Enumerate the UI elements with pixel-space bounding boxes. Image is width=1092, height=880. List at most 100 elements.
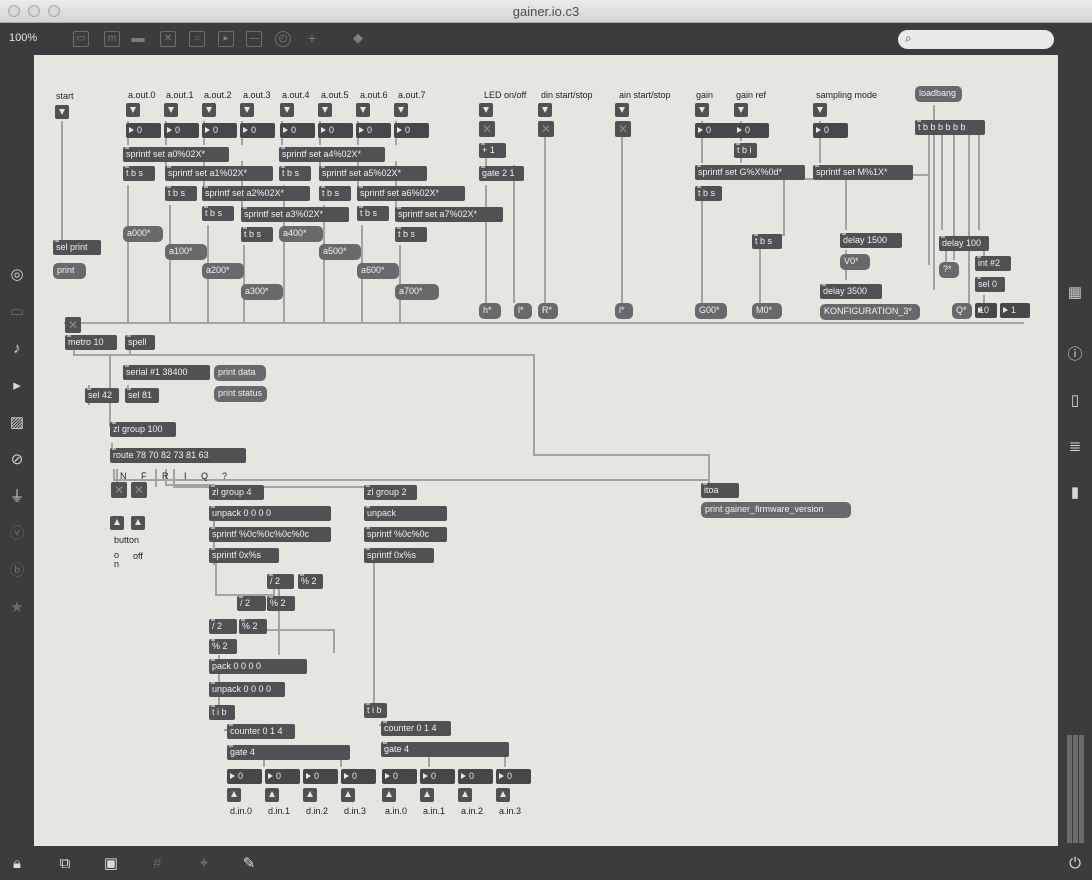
sprintf-0x-a[interactable]: sprintf 0x%s bbox=[364, 548, 434, 563]
plug-icon[interactable]: ⏚ bbox=[7, 487, 27, 507]
route-object[interactable]: route 78 70 82 73 81 63 bbox=[110, 448, 246, 463]
grid-toggle-icon[interactable]: # bbox=[148, 855, 166, 873]
toggle-f[interactable]: ✕ bbox=[131, 482, 147, 498]
ain-number-1[interactable]: 0 bbox=[420, 769, 455, 784]
msg-a100[interactable]: a100* bbox=[165, 244, 207, 260]
gate-4-a[interactable]: gate 4 bbox=[227, 745, 350, 760]
tbs-aout-4[interactable]: t b s bbox=[279, 166, 311, 181]
msg-a600[interactable]: a600* bbox=[357, 263, 399, 279]
box-icon[interactable]: ▭ bbox=[7, 302, 27, 322]
sel-81[interactable]: sel 81 bbox=[125, 388, 159, 403]
sprintf-gain[interactable]: sprintf set G%X%0d* bbox=[695, 165, 805, 180]
sprintf-aout-1[interactable]: sprintf set a1%02X* bbox=[165, 166, 273, 181]
divide-1[interactable]: / 2 bbox=[267, 574, 294, 589]
divide-3[interactable]: / 2 bbox=[209, 619, 237, 634]
lock-icon[interactable]: 🔒︎ bbox=[8, 855, 26, 873]
sprintf-aout-2[interactable]: sprintf set a2%02X* bbox=[202, 186, 310, 201]
din-toggle[interactable]: ✕ bbox=[538, 121, 554, 137]
new-view-icon[interactable]: ⧉ bbox=[56, 855, 74, 873]
sprintf-aout-6[interactable]: sprintf set a6%02X* bbox=[357, 186, 465, 201]
tbs-aout-0[interactable]: t b s bbox=[123, 166, 155, 181]
comment-icon[interactable]: ▬ bbox=[130, 31, 146, 47]
serial-object[interactable]: serial #1 38400 bbox=[123, 365, 210, 380]
aout-number-6[interactable]: 0 bbox=[356, 123, 391, 138]
search-field[interactable]: ⌕ bbox=[898, 30, 1054, 49]
number-10[interactable]: 10 bbox=[975, 303, 997, 318]
msg-print-firmware[interactable]: print gainer_firmware_version bbox=[701, 502, 851, 518]
reference-icon[interactable]: ▮ bbox=[1065, 483, 1085, 503]
sprintf-aout-5[interactable]: sprintf set a5%02X* bbox=[319, 166, 427, 181]
wrench-icon[interactable]: ✎ bbox=[240, 855, 258, 873]
gate-4-b[interactable]: gate 4 bbox=[381, 742, 509, 757]
led-inlet[interactable] bbox=[479, 103, 493, 117]
tbs-aout-2[interactable]: t b s bbox=[202, 206, 234, 221]
msg-l-ain[interactable]: l* bbox=[615, 303, 633, 319]
ain-number-3[interactable]: 0 bbox=[496, 769, 531, 784]
patcher-canvas[interactable]: start a.out.0 a.out.1 a.out.2 a.out.3 a.… bbox=[34, 55, 1058, 846]
play-icon[interactable]: ▸ bbox=[218, 31, 234, 47]
unpack-0000-b[interactable]: unpack 0 0 0 0 bbox=[209, 682, 285, 697]
sel-42[interactable]: sel 42 bbox=[85, 388, 119, 403]
ain-outlet-2[interactable] bbox=[458, 788, 472, 802]
gain-inlet[interactable] bbox=[695, 103, 709, 117]
gate-2-1[interactable]: gate 2 1 bbox=[479, 166, 524, 181]
tbs-gain[interactable]: t b s bbox=[695, 186, 722, 201]
target-icon[interactable]: ◎ bbox=[7, 265, 27, 285]
tbs-aout-1[interactable]: t b s bbox=[165, 186, 197, 201]
ain-outlet-0[interactable] bbox=[382, 788, 396, 802]
aout-number-4[interactable]: 0 bbox=[280, 123, 315, 138]
tbs-mode[interactable]: t b s bbox=[752, 234, 782, 249]
outlet-number-1[interactable]: 1 bbox=[1000, 303, 1030, 318]
power-icon[interactable]: ⏻ bbox=[1066, 855, 1084, 873]
din-number-1[interactable]: 0 bbox=[265, 769, 300, 784]
add-object-icon[interactable]: + bbox=[304, 31, 320, 47]
msg-question[interactable]: ?* bbox=[939, 262, 959, 278]
msg-v0[interactable]: V0* bbox=[840, 254, 870, 270]
tbs-aout-5[interactable]: t b s bbox=[319, 186, 351, 201]
trigger-bbbbbb[interactable]: t b b b b b b bbox=[915, 120, 985, 135]
sampling-number[interactable]: 0 bbox=[813, 123, 848, 138]
divide-2[interactable]: / 2 bbox=[237, 596, 266, 611]
zl-group-4[interactable]: zl group 4 bbox=[209, 485, 264, 500]
start-inlet[interactable] bbox=[55, 105, 69, 119]
sprintf-aout-3[interactable]: sprintf set a3%02X* bbox=[241, 207, 349, 222]
din-outlet-3[interactable] bbox=[341, 788, 355, 802]
sprintf-c2[interactable]: sprintf %0c%0c bbox=[364, 527, 447, 542]
sampling-inlet[interactable] bbox=[813, 103, 827, 117]
gainref-inlet[interactable] bbox=[734, 103, 748, 117]
ain-number-2[interactable]: 0 bbox=[458, 769, 493, 784]
delay-3500[interactable]: delay 3500 bbox=[820, 284, 882, 299]
video-icon[interactable]: ▸ bbox=[7, 376, 27, 396]
toggle-icon[interactable]: ✕ bbox=[160, 31, 176, 47]
aout-number-7[interactable]: 0 bbox=[394, 123, 429, 138]
metro-toggle[interactable]: ✕ bbox=[65, 317, 81, 333]
grid-icon[interactable]: ▦ bbox=[1065, 283, 1085, 303]
din-number-0[interactable]: 0 bbox=[227, 769, 262, 784]
aout-number-0[interactable]: 0 bbox=[126, 123, 161, 138]
modulo-3-a[interactable]: % 2 bbox=[239, 619, 267, 634]
sprintf-c4[interactable]: sprintf %0c%0c%0c%0c bbox=[209, 527, 331, 542]
sprintf-aout-7[interactable]: sprintf set a7%02X* bbox=[395, 207, 503, 222]
tbs-aout-7[interactable]: t b s bbox=[395, 227, 427, 242]
msg-print[interactable]: print bbox=[53, 263, 86, 279]
delay-1500[interactable]: delay 1500 bbox=[840, 233, 902, 248]
zl-group-2[interactable]: zl group 2 bbox=[364, 485, 417, 500]
info-icon[interactable]: ⓘ bbox=[1065, 345, 1085, 365]
ain-toggle[interactable]: ✕ bbox=[615, 121, 631, 137]
msg-konfiguration[interactable]: KONFIGURATION_3* bbox=[820, 304, 920, 320]
star-icon[interactable]: ★ bbox=[7, 598, 27, 618]
object-icon[interactable]: m bbox=[104, 31, 120, 47]
pack-0000[interactable]: pack 0 0 0 0 bbox=[209, 659, 307, 674]
counter-1[interactable]: counter 0 1 4 bbox=[227, 724, 295, 739]
tbs-aout-3[interactable]: t b s bbox=[241, 227, 273, 242]
ain-outlet-1[interactable] bbox=[420, 788, 434, 802]
din-inlet[interactable] bbox=[538, 103, 552, 117]
presentation-mode-icon[interactable]: ▣ bbox=[102, 855, 120, 873]
vizzie-icon[interactable]: ⓥ bbox=[7, 524, 27, 544]
modulo-1[interactable]: % 2 bbox=[298, 574, 323, 589]
ain-inlet[interactable] bbox=[615, 103, 629, 117]
sprintf-mode[interactable]: sprintf set M%1X* bbox=[813, 165, 913, 180]
msg-print-data[interactable]: print data bbox=[214, 365, 266, 381]
zl-group-100[interactable]: zl group 100 bbox=[110, 422, 176, 437]
msg-m0[interactable]: M0* bbox=[752, 303, 782, 319]
